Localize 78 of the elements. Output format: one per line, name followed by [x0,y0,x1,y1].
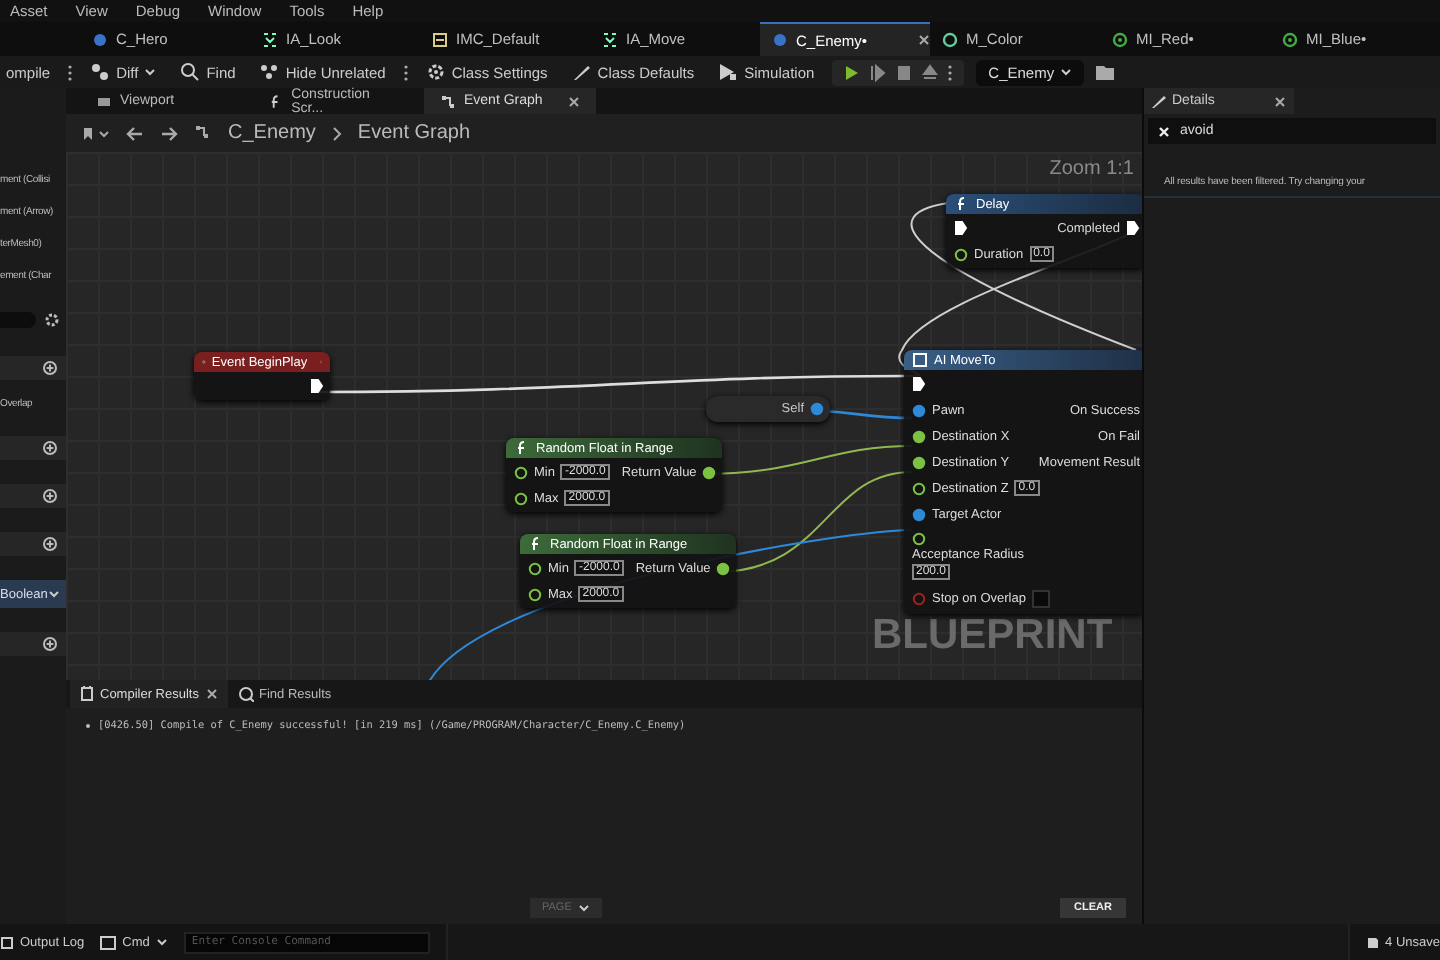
caret-icon [577,904,590,912]
graph-icon [194,124,212,142]
eject-icon[interactable] [922,63,939,81]
exec-pin-icon[interactable] [954,220,968,236]
play-icon[interactable] [844,63,861,81]
pin-icon[interactable] [514,491,528,505]
save-icon [1365,935,1380,949]
caret-icon [144,68,157,76]
sphere-icon [1282,31,1298,47]
play-icon [718,62,739,82]
add-icon[interactable] [42,536,58,552]
close-icon[interactable] [568,95,580,107]
nodes-icon [259,62,280,82]
add-icon[interactable] [42,636,58,652]
breadcrumb-link[interactable]: C_Enemy [228,122,316,144]
log-icon [0,935,14,949]
search-icon [180,62,201,82]
folder-icon[interactable] [1096,64,1115,80]
function-icon [954,196,970,212]
add-icon[interactable] [42,488,58,504]
chevron-icon [331,125,342,141]
close-icon[interactable] [1274,95,1286,107]
pin-icon[interactable] [912,429,926,443]
pencil-icon [571,62,592,82]
pencil-icon [1152,94,1166,108]
nodes-icon [90,62,111,82]
add-icon[interactable] [42,440,58,456]
function-icon [528,536,544,552]
graph-icon [440,93,456,109]
forward-icon[interactable] [160,125,178,141]
action-icon [602,31,618,47]
function-icon [268,93,284,109]
caret-icon [155,938,168,946]
pin-icon[interactable] [810,402,824,416]
more-icon[interactable] [68,63,73,81]
checkbox[interactable] [1031,590,1050,608]
more-icon[interactable] [948,63,953,81]
terminal-icon [100,935,117,949]
exec-pin-icon[interactable] [912,376,926,392]
breadcrumb-link[interactable]: Event Graph [357,122,471,144]
gear-icon[interactable] [44,312,60,328]
circle-icon [772,32,788,48]
pin-icon[interactable] [528,561,542,575]
pin-icon[interactable] [716,561,731,575]
rook-icon [80,686,94,702]
add-icon[interactable] [42,360,58,376]
circle-icon [92,31,108,47]
back-icon[interactable] [126,125,144,141]
step-icon[interactable] [870,63,887,81]
more-icon[interactable] [403,63,408,81]
action-icon [262,31,278,47]
clear-icon[interactable] [1158,125,1170,137]
pin-icon[interactable] [912,532,926,546]
exec-pin-icon[interactable] [310,378,324,394]
pin-icon[interactable] [528,587,542,601]
stop-icon[interactable] [896,63,913,81]
bookmark-icon[interactable] [82,125,110,141]
pin-icon[interactable] [912,481,926,495]
sphere-icon [942,31,958,47]
search-icon [237,686,253,702]
pin-icon[interactable] [514,465,528,479]
close-icon[interactable] [205,688,217,700]
caret-icon [1060,68,1073,76]
pin-icon[interactable] [912,455,926,469]
gear-icon [425,62,446,82]
square-icon [912,352,928,368]
pin-icon[interactable] [912,507,926,521]
close-icon[interactable] [918,34,930,46]
zoom-label: Zoom 1:1 [1049,158,1134,180]
sphere-icon [1112,31,1128,47]
pin-icon[interactable] [912,403,926,417]
pin-icon[interactable] [954,247,968,261]
graph-watermark: BLUEPRINT [872,612,1113,660]
function-icon [514,440,530,456]
caret-icon [48,590,60,598]
mapping-icon [432,31,448,47]
viewport-icon [96,93,112,109]
pin-icon[interactable] [702,465,717,479]
